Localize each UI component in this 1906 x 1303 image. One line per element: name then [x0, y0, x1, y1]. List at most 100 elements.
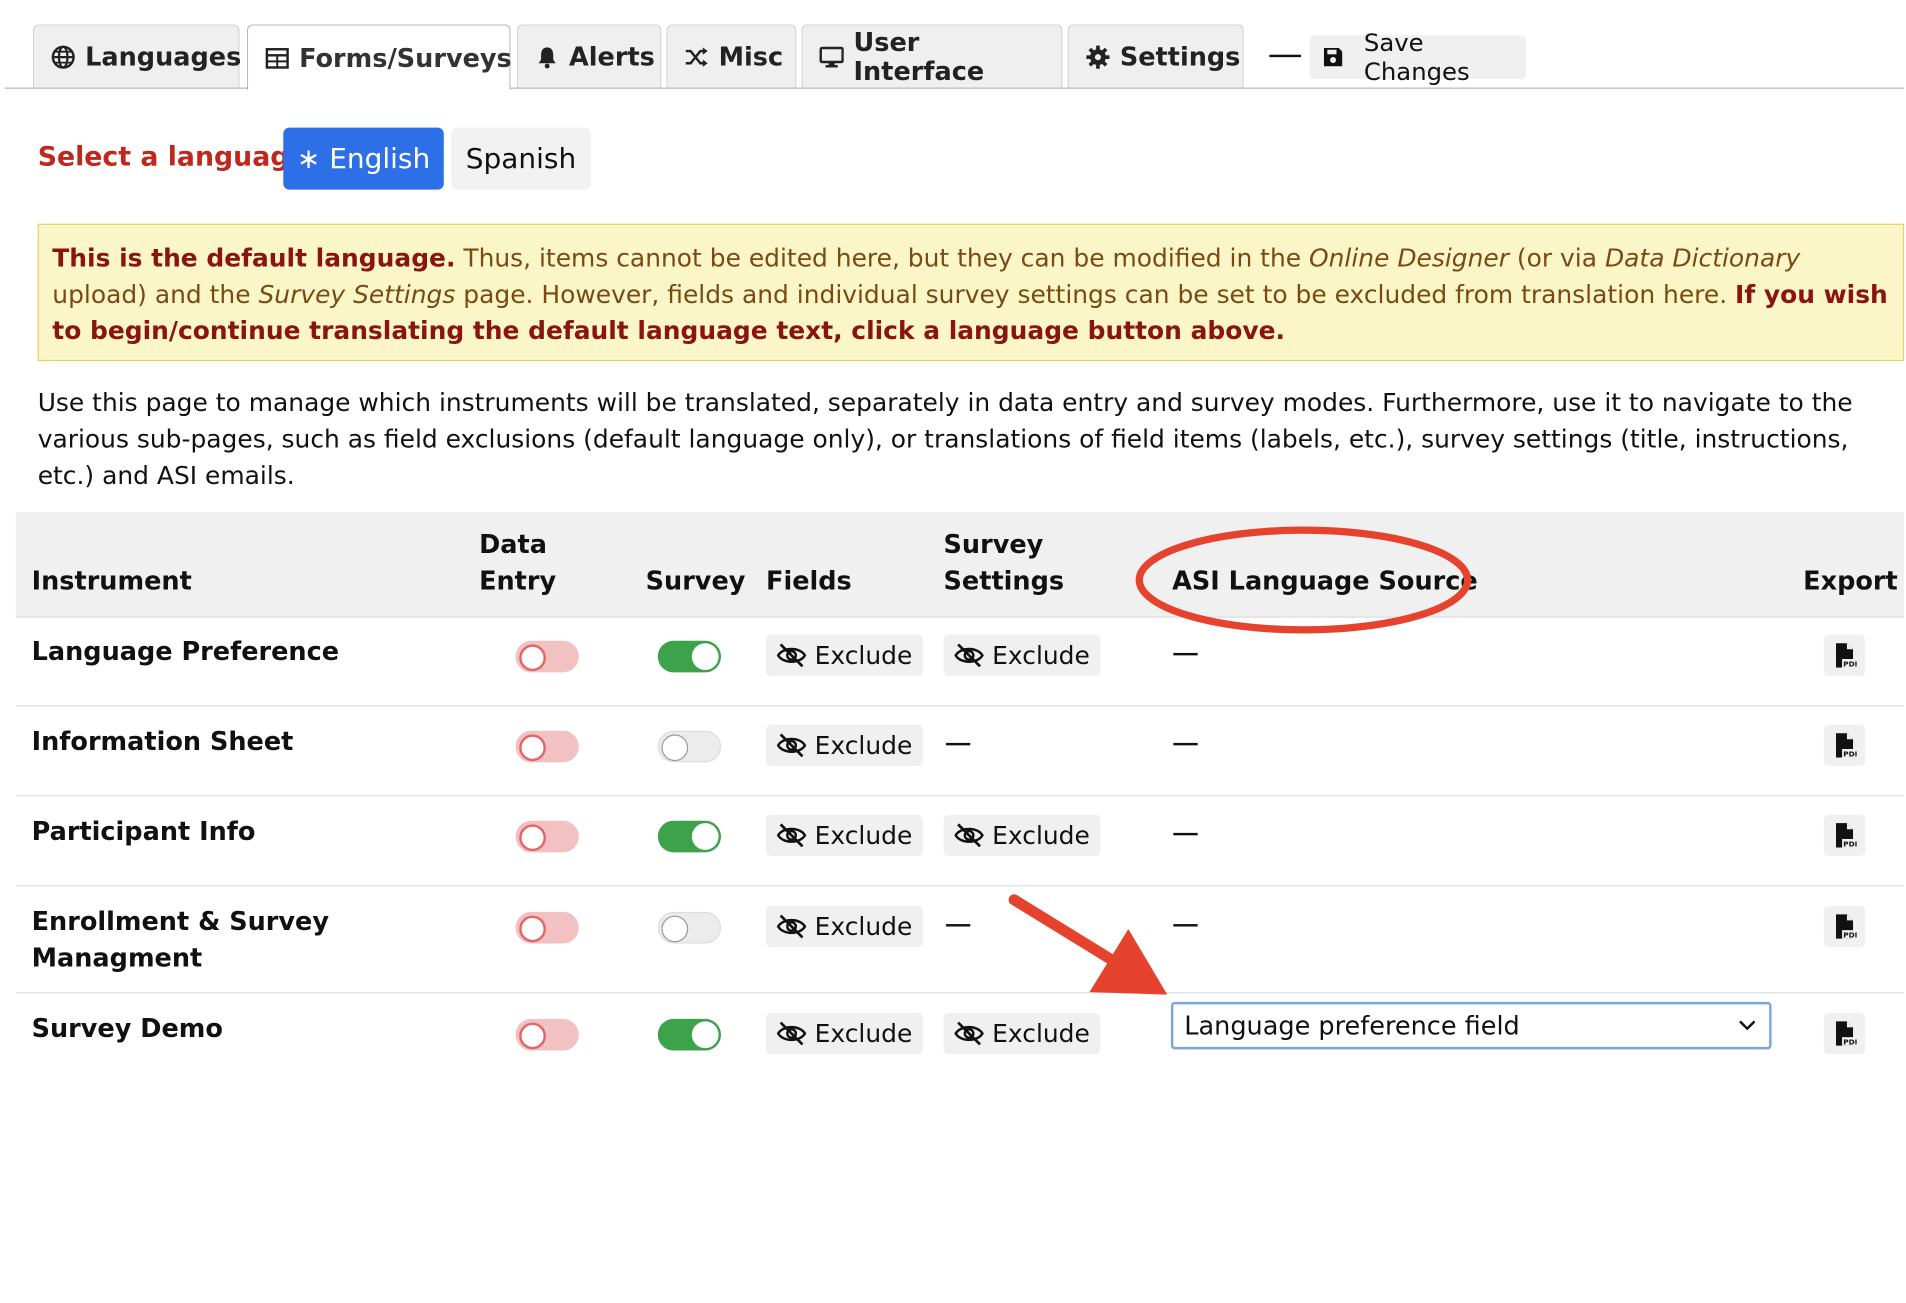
export-pdf-button[interactable]: PDF — [1823, 724, 1866, 767]
tab-user-interface[interactable]: User Interface — [801, 24, 1063, 88]
survey-toggle[interactable] — [657, 911, 722, 944]
notice-text: upload) and the — [52, 279, 259, 309]
tab-languages[interactable]: Languages — [32, 24, 242, 88]
exclude-label: Exclude — [814, 730, 913, 760]
notice-text: (or via — [1508, 243, 1605, 273]
separator-dash — [1269, 54, 1302, 58]
tab-alerts[interactable]: Alerts — [516, 24, 662, 88]
svg-text:PDF: PDF — [1843, 839, 1856, 848]
notice-text: page. However, fields and individual sur… — [455, 279, 1736, 309]
tab-misc[interactable]: Misc — [666, 24, 797, 88]
data-entry-toggle[interactable] — [515, 640, 579, 673]
eye-slash-icon — [776, 823, 807, 848]
notice-italic: Data Dictionary — [1604, 243, 1801, 273]
save-changes-label: Save Changes — [1363, 27, 1470, 87]
header-survey-settings-line2: Settings — [943, 566, 1065, 596]
bell-icon — [538, 46, 556, 68]
instrument-name: Information Sheet — [31, 727, 294, 757]
fields-exclude-button[interactable]: Exclude — [766, 1012, 924, 1055]
svg-text:PDF: PDF — [1843, 659, 1856, 668]
chevron-down-icon — [1739, 1020, 1756, 1031]
survey-toggle[interactable] — [657, 820, 722, 853]
pdf-file-icon: PDF — [1836, 733, 1857, 758]
svg-text:PDF: PDF — [1843, 930, 1856, 939]
tab-label: User Interface — [853, 27, 985, 86]
fields-exclude-button[interactable]: Exclude — [766, 814, 924, 856]
eye-slash-icon — [776, 1021, 807, 1046]
table-row: Language Preference Exclude Exclude PDF — [15, 616, 1905, 707]
eye-slash-icon — [954, 823, 984, 848]
tab-forms-surveys[interactable]: Forms/Surveys — [246, 24, 512, 90]
svg-text:PDF: PDF — [1843, 749, 1856, 758]
exclude-label: Exclude — [992, 640, 1090, 670]
tab-label: Alerts — [569, 41, 655, 72]
fields-exclude-button[interactable]: Exclude — [766, 905, 924, 948]
table-row: Enrollment & Survey Managment Exclude PD… — [15, 886, 1905, 994]
export-pdf-button[interactable]: PDF — [1823, 814, 1866, 856]
intro-paragraph: Use this page to manage which instrument… — [37, 387, 1853, 491]
select-language-label: Select a language: — [37, 142, 319, 173]
eye-slash-icon — [954, 1021, 984, 1046]
eye-slash-icon — [776, 643, 807, 668]
data-entry-toggle[interactable] — [515, 1018, 579, 1051]
desktop-icon — [819, 46, 844, 67]
header-survey: Survey — [645, 566, 746, 596]
exclude-label: Exclude — [814, 1018, 913, 1049]
export-pdf-button[interactable]: PDF — [1823, 634, 1866, 677]
data-entry-toggle[interactable] — [515, 911, 579, 944]
language-button-english[interactable]: ∗ English — [283, 127, 444, 190]
save-changes-button[interactable]: Save Changes — [1309, 28, 1526, 86]
gear-icon — [1086, 44, 1110, 69]
notice-italic: Survey Settings — [258, 279, 456, 309]
asi-empty-dash — [1173, 924, 1198, 927]
instrument-name: Survey Demo — [31, 1014, 223, 1044]
export-pdf-button[interactable]: PDF — [1823, 1012, 1866, 1055]
header-asi-language-source: ASI Language Source — [1172, 566, 1478, 596]
language-button-spanish[interactable]: Spanish — [451, 127, 591, 190]
survey-toggle[interactable] — [657, 1018, 722, 1051]
asi-empty-dash — [1173, 832, 1198, 836]
table-icon — [265, 47, 289, 69]
exclude-label: Exclude — [992, 1018, 1090, 1049]
instrument-name-line1: Enrollment & Survey — [31, 907, 329, 937]
asi-empty-dash — [1173, 652, 1198, 656]
fields-exclude-button[interactable]: Exclude — [766, 634, 924, 677]
fields-exclude-button[interactable]: Exclude — [766, 724, 924, 767]
eye-slash-icon — [954, 643, 984, 668]
exclude-label: Exclude — [814, 911, 913, 942]
export-pdf-button[interactable]: PDF — [1823, 905, 1866, 948]
globe-icon — [51, 44, 75, 69]
tab-settings[interactable]: Settings — [1067, 24, 1244, 88]
asi-select-value: Language preference field — [1184, 1011, 1520, 1041]
survey-toggle[interactable] — [657, 640, 722, 673]
instrument-name: Participant Info — [31, 817, 256, 847]
tab-label: Languages — [85, 41, 242, 72]
header-data-entry-line1: Data — [479, 530, 547, 560]
table-row: Information Sheet Exclude PDF — [15, 706, 1905, 797]
data-entry-toggle[interactable] — [515, 730, 579, 763]
header-survey-settings-line1: Survey — [943, 530, 1044, 560]
data-entry-toggle[interactable] — [515, 820, 579, 853]
instrument-name-line2: Managment — [31, 943, 203, 973]
tab-label: Settings — [1119, 41, 1241, 72]
shuffle-icon — [685, 46, 708, 67]
notice-text: Thus, items cannot be edited here, but t… — [455, 243, 1310, 273]
survey-settings-exclude-button[interactable]: Exclude — [943, 1012, 1101, 1055]
pdf-file-icon: PDF — [1836, 643, 1857, 668]
notice-italic: Online Designer — [1309, 243, 1509, 273]
survey-settings-empty-dash — [945, 924, 971, 927]
table-row: Participant Info Exclude Exclude PDF — [15, 796, 1905, 887]
asi-language-source-select[interactable]: Language preference field — [1170, 1001, 1772, 1050]
survey-settings-exclude-button[interactable]: Exclude — [943, 634, 1101, 677]
asi-empty-dash — [1173, 742, 1198, 746]
exclude-label: Exclude — [814, 820, 913, 850]
table-header: Instrument Data Entry Survey Fields Surv… — [15, 511, 1905, 618]
survey-settings-empty-dash — [945, 742, 971, 746]
exclude-label: Exclude — [992, 820, 1090, 850]
survey-settings-exclude-button[interactable]: Exclude — [943, 814, 1101, 856]
tab-label: Misc — [718, 41, 784, 72]
default-language-notice: This is the default language. Thus, item… — [37, 223, 1905, 362]
survey-toggle[interactable] — [657, 730, 722, 763]
exclude-label: Exclude — [814, 640, 913, 670]
header-fields: Fields — [766, 566, 852, 596]
